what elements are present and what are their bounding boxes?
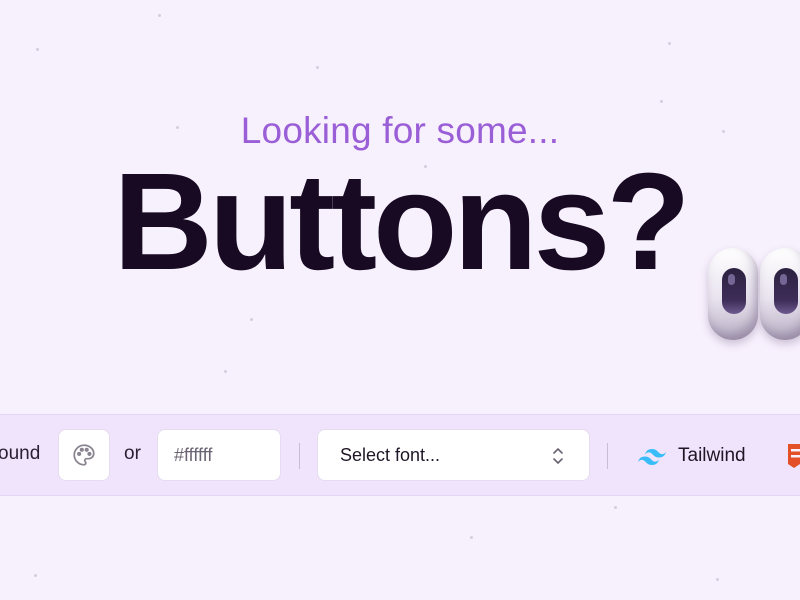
right-pupil (774, 268, 798, 314)
tailwind-option[interactable]: Tailwind (638, 441, 746, 471)
font-select-label: Select font... (340, 445, 441, 465)
bg-dot (668, 42, 671, 45)
bg-dot (316, 66, 319, 69)
toolbar-divider (607, 443, 608, 469)
tailwind-logo-icon (638, 449, 666, 465)
tailwind-label: Tailwind (678, 445, 746, 466)
bg-dot (716, 578, 719, 581)
bg-dot (250, 318, 253, 321)
button-style-toolbar: ound or Select font... (0, 414, 800, 496)
bg-dot (614, 506, 617, 509)
bg-dot (470, 536, 473, 539)
toolbar-divider (299, 443, 300, 469)
font-select-dropdown[interactable]: Select font... (317, 429, 590, 481)
color-picker-button[interactable] (58, 429, 110, 481)
chevron-up-down-icon (553, 448, 563, 464)
bg-dot (34, 574, 37, 577)
or-label: or (124, 443, 141, 464)
bg-dot (224, 370, 227, 373)
palette-icon (73, 444, 95, 466)
right-eye (760, 248, 800, 340)
css-logo-icon[interactable] (788, 443, 800, 469)
background-label: ound (0, 443, 41, 464)
eyes-emoji-icon (708, 248, 800, 348)
left-pupil (722, 268, 746, 314)
left-eye (708, 248, 758, 340)
hero-headline: Buttons? (113, 145, 691, 299)
hex-color-input[interactable] (157, 429, 281, 481)
bg-dot (36, 48, 39, 51)
page: Looking for some... Buttons? ound or Sel… (0, 0, 800, 600)
bg-dot (158, 14, 161, 17)
bg-dot (660, 100, 663, 103)
